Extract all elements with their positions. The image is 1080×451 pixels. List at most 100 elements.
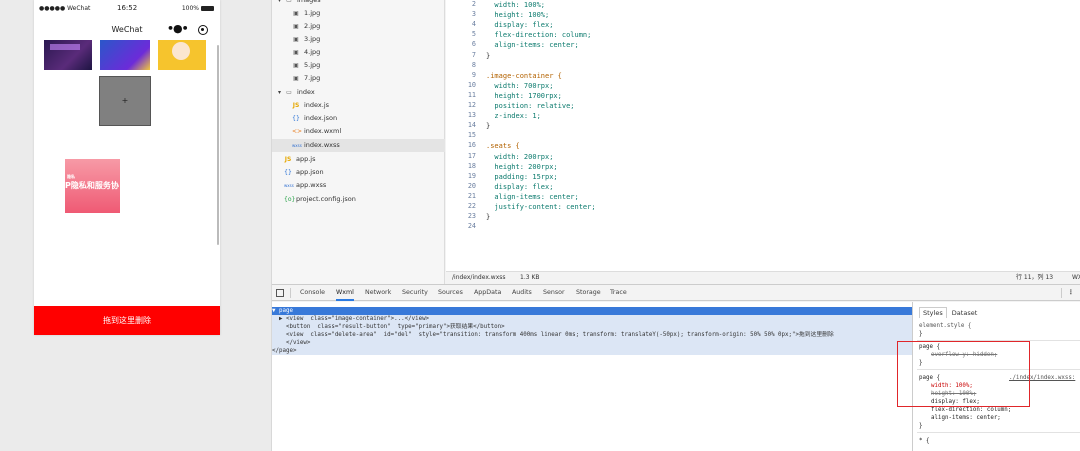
tree-label: index.wxml: [304, 127, 342, 135]
code-line[interactable]: padding: 15rpx;: [486, 172, 557, 182]
wxml-node-result-button[interactable]: <button class="result-button" type="prim…: [272, 323, 912, 331]
wxml-node-close-page[interactable]: </page>: [272, 347, 912, 355]
code-line[interactable]: width: 100%;: [486, 0, 545, 10]
tab-wxml[interactable]: Wxml: [336, 285, 354, 301]
tree-file[interactable]: ▣ 5.jpg: [272, 59, 445, 72]
code-line[interactable]: flex-direction: column;: [486, 30, 591, 40]
dragging-image-card[interactable]: 隐私 P隐私和服务协: [65, 159, 120, 213]
tab-dataset[interactable]: Dataset: [949, 308, 980, 318]
tree-file[interactable]: {} index.json: [272, 112, 445, 125]
overflow-property[interactable]: overflow-y: hidden;: [931, 351, 997, 359]
json-icon: {}: [284, 169, 292, 176]
code-line[interactable]: }: [486, 121, 490, 131]
code-line[interactable]: display: flex;: [486, 182, 553, 192]
wxml-node-delete-area[interactable]: <view class="delete-area" id="del" style…: [272, 331, 912, 339]
chevron-down-icon: ▾: [278, 0, 282, 4]
width-property[interactable]: width: 100%;: [931, 382, 973, 390]
code-line[interactable]: align-items: center;: [486, 40, 578, 50]
code-line[interactable]: .seats {: [486, 141, 520, 151]
tree-folder-images[interactable]: ▾ ▭ images: [272, 0, 445, 7]
code-line[interactable]: height: 200rpx;: [486, 162, 557, 172]
tab-network[interactable]: Network: [365, 285, 391, 301]
more-icon[interactable]: •●•: [167, 22, 189, 35]
code-line[interactable]: }: [486, 212, 490, 222]
image-thumb-2[interactable]: [100, 40, 150, 70]
delete-area[interactable]: 拖到这里删除: [34, 306, 220, 335]
image-icon: ▣: [293, 62, 299, 69]
more-options-icon[interactable]: ⋮: [1068, 285, 1074, 301]
line-number: 17: [467, 151, 476, 160]
tab-storage[interactable]: Storage: [576, 285, 601, 301]
tree-label: 3.jpg: [304, 35, 321, 43]
tab-appdata[interactable]: AppData: [474, 285, 501, 301]
tree-folder-index[interactable]: ▾ ▭ index: [272, 86, 445, 99]
status-time: 16:52: [117, 4, 138, 12]
tab-console[interactable]: Console: [300, 285, 325, 301]
tree-file[interactable]: ▣ 4.jpg: [272, 46, 445, 59]
wxml-node-page[interactable]: ▼ page: [272, 307, 912, 315]
height-property[interactable]: height: 100%;: [931, 390, 976, 398]
code-line[interactable]: align-items: center;: [486, 192, 578, 202]
phone-scrollbar[interactable]: [217, 45, 219, 245]
tree-file[interactable]: {} app.json: [272, 166, 445, 179]
code-line[interactable]: z-index: 1;: [486, 111, 540, 121]
image-thumb-1[interactable]: [44, 40, 92, 70]
file-path: /index/index.wxss: [452, 274, 506, 281]
file-size: 1.3 KB: [520, 274, 540, 281]
universal-rule[interactable]: * {: [919, 437, 929, 445]
source-link[interactable]: ./index/index.wxss:: [1009, 374, 1075, 382]
code-line[interactable]: width: 200rpx;: [486, 152, 553, 162]
devtools-window: ●●●●● WeChat 16:52 100% WeChat •●• + 隐私 …: [0, 0, 1080, 451]
tree-file[interactable]: JS app.js: [272, 153, 445, 166]
code-line[interactable]: display: flex;: [486, 20, 553, 30]
tree-file[interactable]: ▣ 1.jpg: [272, 7, 445, 20]
image-icon: ▣: [293, 23, 299, 30]
divider: [917, 432, 1080, 433]
tree-file[interactable]: ▣ 3.jpg: [272, 33, 445, 46]
tree-label: 4.jpg: [304, 48, 321, 56]
line-number: 4: [471, 20, 476, 29]
tree-file[interactable]: wxss app.wxss: [272, 179, 445, 192]
tree-file-selected[interactable]: wxss index.wxss: [272, 139, 445, 152]
wxml-node-close-view[interactable]: </view>: [272, 339, 912, 347]
line-number: 8: [471, 60, 476, 69]
tree-label: index.json: [304, 114, 338, 122]
add-image-tile[interactable]: +: [99, 76, 151, 126]
code-line[interactable]: height: 1700rpx;: [486, 91, 561, 101]
inspect-element-icon[interactable]: [276, 289, 284, 297]
battery-indicator: 100%: [182, 5, 214, 12]
tab-sensor[interactable]: Sensor: [543, 285, 565, 301]
tab-audits[interactable]: Audits: [512, 285, 532, 301]
tree-file[interactable]: ▣ 2.jpg: [272, 20, 445, 33]
tab-sources[interactable]: Sources: [438, 285, 463, 301]
tree-file[interactable]: ▣ 7.jpg: [272, 72, 445, 85]
page-rule-selector[interactable]: page {: [919, 374, 940, 382]
language-mode[interactable]: WX: [1072, 272, 1080, 284]
flex-direction-property[interactable]: flex-direction: column;: [931, 406, 1011, 414]
carrier-label: ●●●●● WeChat: [39, 5, 91, 12]
code-line[interactable]: justify-content: center;: [486, 202, 595, 212]
code-line[interactable]: height: 100%;: [486, 10, 549, 20]
align-items-property[interactable]: align-items: center;: [931, 414, 1001, 422]
code-line[interactable]: .image-container {: [486, 71, 562, 81]
tree-file[interactable]: <> index.wxml: [272, 125, 445, 138]
tab-styles[interactable]: Styles: [919, 307, 947, 318]
tree-file[interactable]: {o}project.config.json: [272, 193, 445, 206]
close-mini-program-icon[interactable]: [198, 25, 208, 35]
code-line[interactable]: }: [486, 51, 490, 61]
code-editor[interactable]: 2 3 4 5 6 7 8 9 10 11 12 13 14 15 16 17 18 19 20 21 22 23 24 w…: [446, 0, 1080, 271]
tree-label: 1.jpg: [304, 9, 321, 17]
tab-trace[interactable]: Trace: [610, 285, 627, 301]
code-line[interactable]: position: relative;: [486, 101, 574, 111]
wxml-panel[interactable]: ▼ page ▶ <view class="image-container">.…: [272, 302, 912, 451]
image-thumb-3[interactable]: [158, 40, 206, 70]
tree-label: index.js: [304, 101, 330, 109]
display-property[interactable]: display: flex;: [931, 398, 980, 406]
wxml-node-image-container[interactable]: ▶ <view class="image-container">...</vie…: [272, 315, 912, 323]
page-rule-selector[interactable]: page {: [919, 343, 940, 351]
element-style-rule[interactable]: element.style {: [919, 322, 971, 330]
code-line[interactable]: width: 700rpx;: [486, 81, 553, 91]
card-big-text: P隐私和服务协: [65, 181, 119, 190]
tab-security[interactable]: Security: [402, 285, 428, 301]
tree-file[interactable]: JS index.js: [272, 99, 445, 112]
